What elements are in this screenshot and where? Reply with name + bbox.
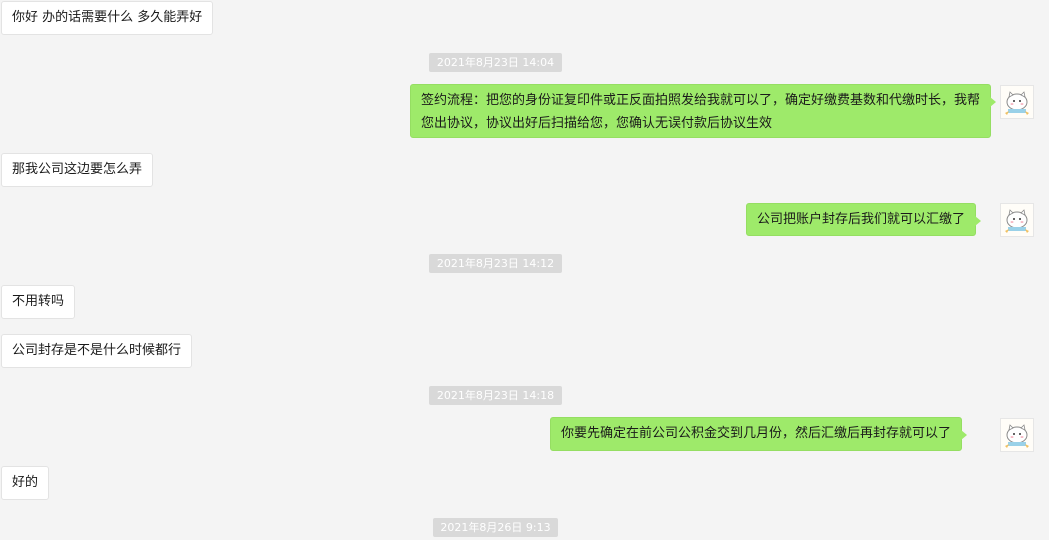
timestamp: 2021年8月26日 9:13 [433, 518, 558, 537]
incoming-message[interactable]: 不用转吗 [1, 285, 76, 319]
message-text: 你好 办的话需要什么 多久能弄好 [12, 10, 203, 25]
message-text: 不用转吗 [12, 294, 65, 309]
message-text: 公司封存是不是什么时候都行 [12, 343, 182, 358]
message-text: 好的 [12, 475, 39, 490]
cartoon-cat-avatar-icon[interactable] [1000, 418, 1034, 452]
message-text: 你要先确定在前公司公积金交到几月份，然后汇缴后再封存就可以了 [561, 426, 952, 441]
cartoon-cat-avatar-icon[interactable] [1000, 203, 1034, 237]
message-text: 公司把账户封存后我们就可以汇缴了 [757, 212, 966, 227]
outgoing-message[interactable]: 你要先确定在前公司公积金交到几月份，然后汇缴后再封存就可以了 [550, 417, 968, 451]
incoming-message[interactable]: 你好 办的话需要什么 多久能弄好 [1, 1, 214, 35]
timestamp: 2021年8月23日 14:18 [429, 386, 562, 405]
chat-window: 你好 办的话需要什么 多久能弄好 2021年8月23日 14:04 签约流程：把… [0, 0, 1049, 540]
outgoing-message[interactable]: 公司把账户封存后我们就可以汇缴了 [746, 203, 982, 236]
outgoing-message[interactable]: 签约流程：把您的身份证复印件或正反面拍照发给我就可以了，确定好缴费基数和代缴时长… [410, 84, 996, 138]
timestamp: 2021年8月23日 14:12 [429, 254, 562, 273]
cartoon-cat-avatar-icon[interactable] [1000, 85, 1034, 119]
incoming-message[interactable]: 公司封存是不是什么时候都行 [1, 334, 193, 368]
incoming-message[interactable]: 那我公司这边要怎么弄 [1, 153, 154, 187]
incoming-message[interactable]: 好的 [1, 466, 50, 500]
message-text: 签约流程：把您的身份证复印件或正反面拍照发给我就可以了，确定好缴费基数和代缴时长… [421, 93, 981, 131]
timestamp: 2021年8月23日 14:04 [429, 53, 562, 72]
message-text: 那我公司这边要怎么弄 [12, 162, 143, 177]
